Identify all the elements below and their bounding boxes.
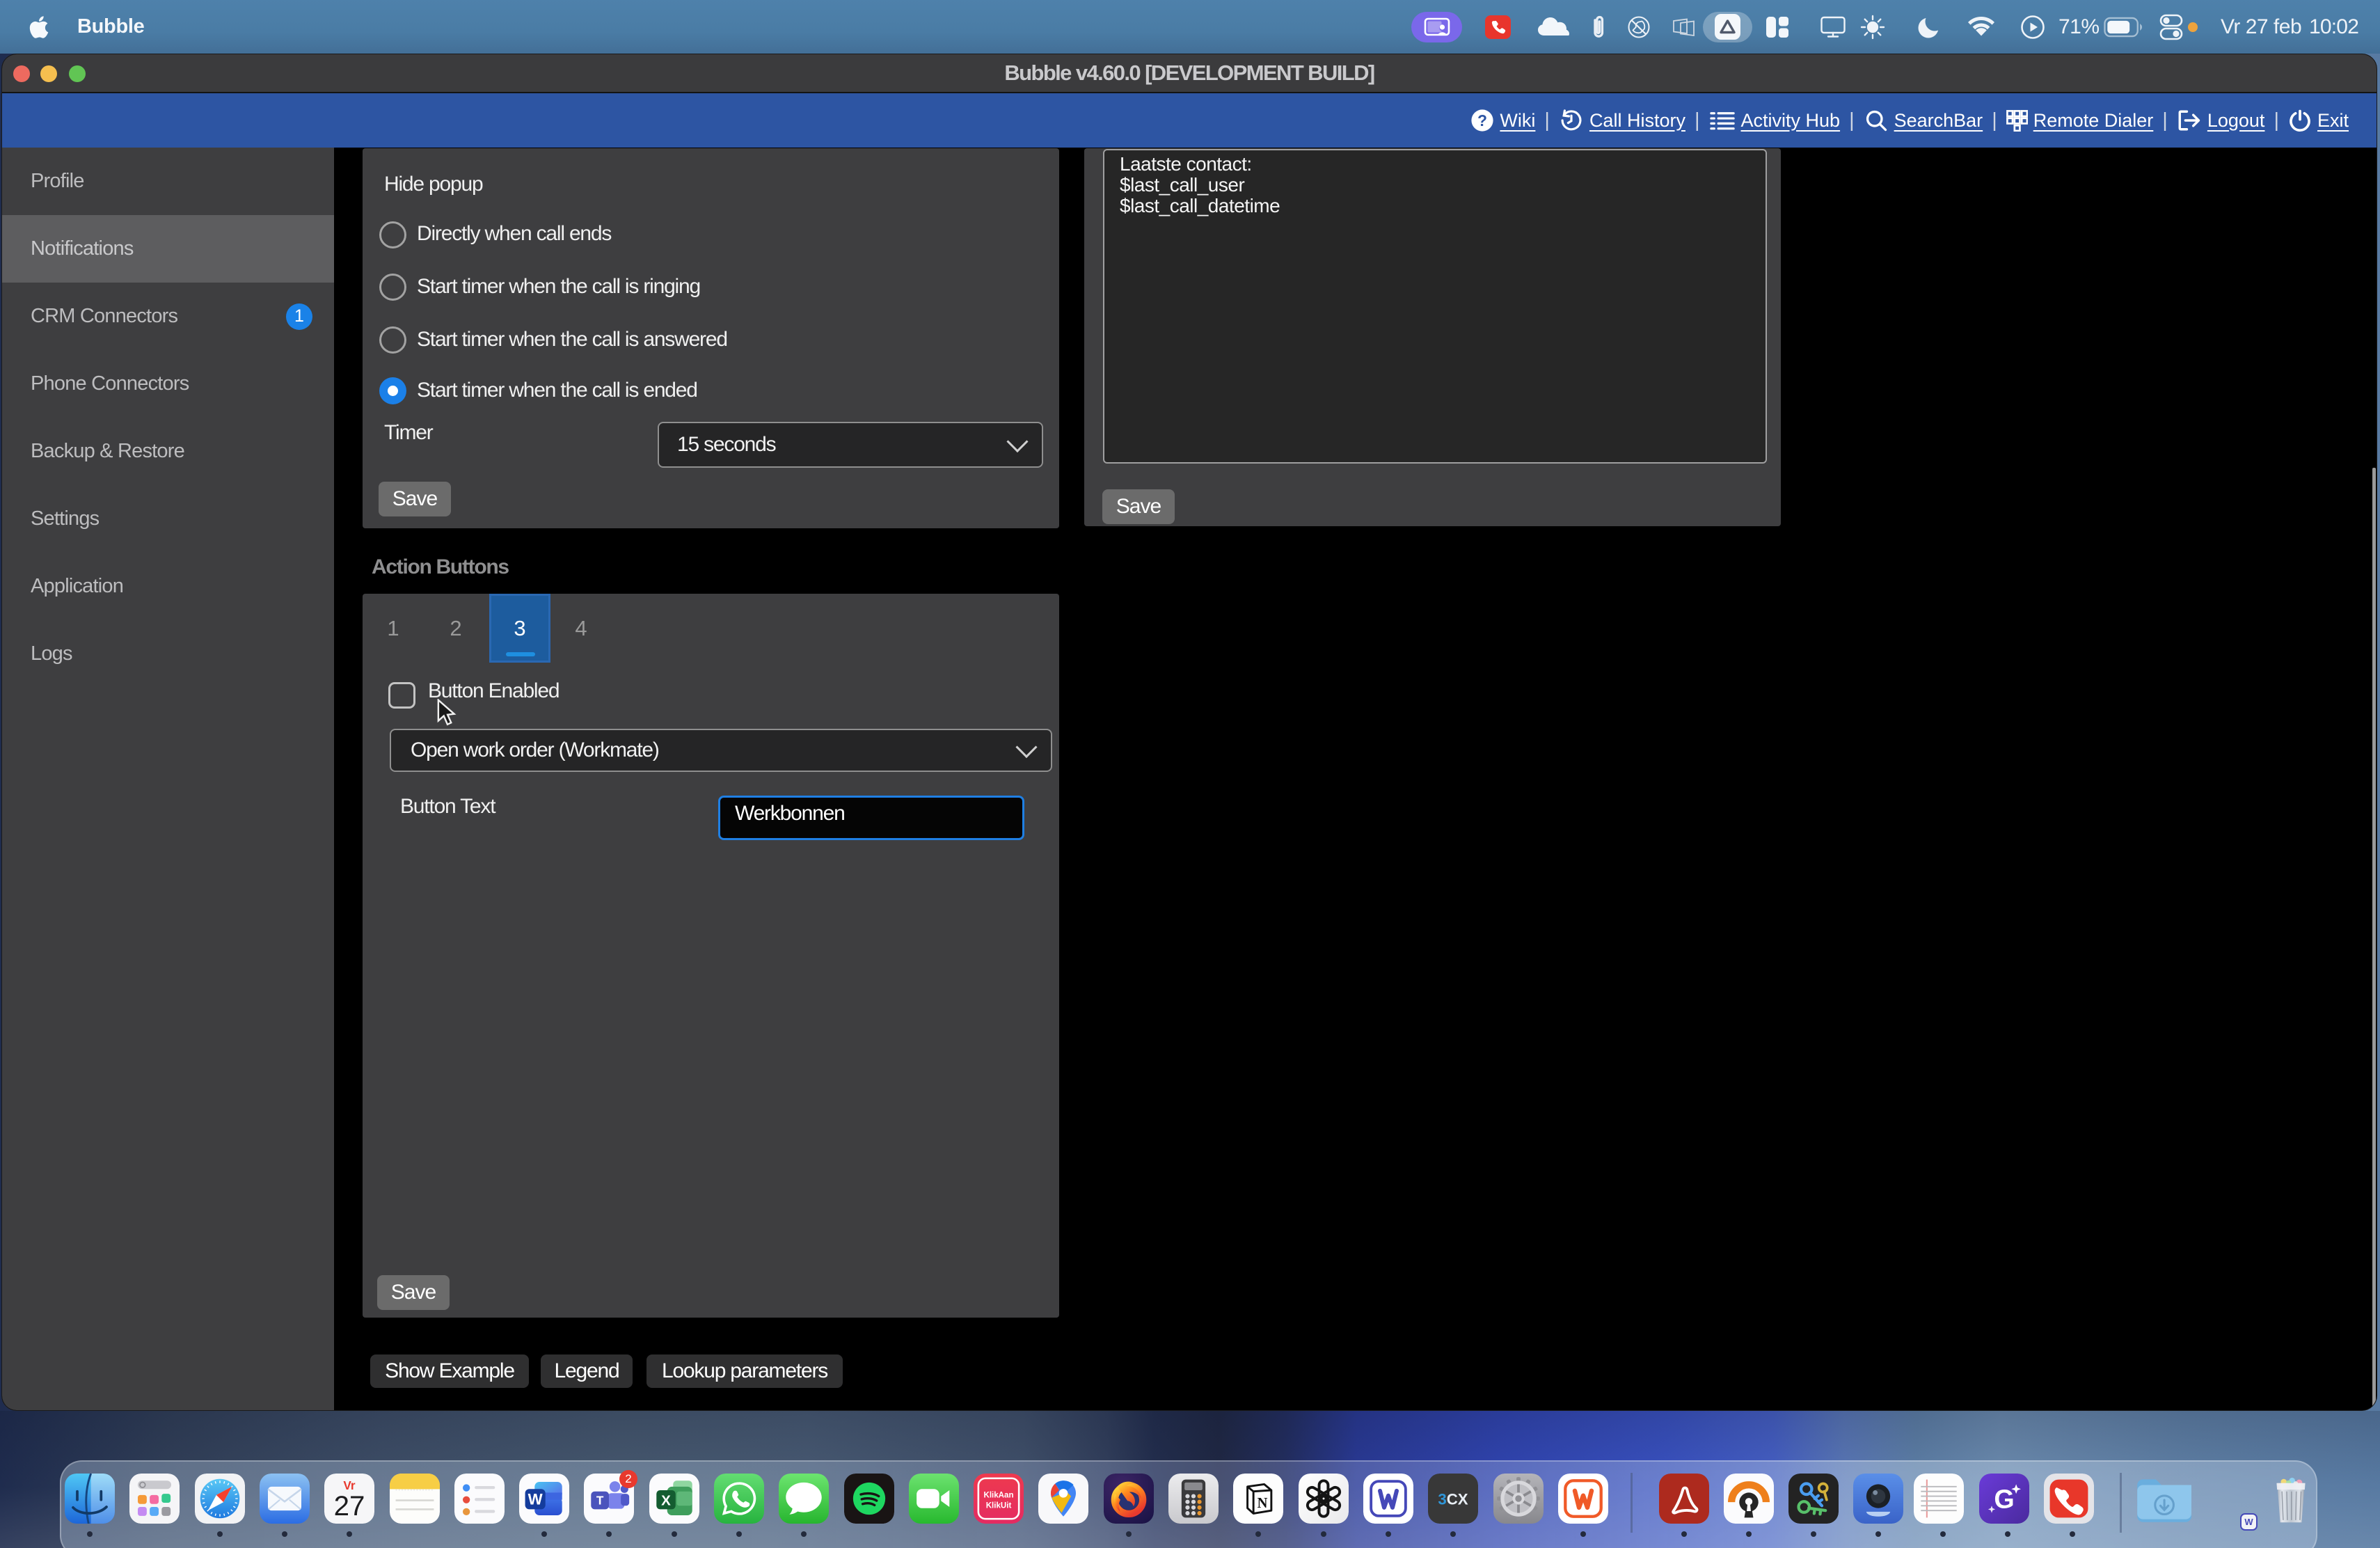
svg-text:N: N xyxy=(1258,1496,1268,1511)
svg-text:T: T xyxy=(596,1494,604,1508)
svg-text:KlikUit: KlikUit xyxy=(986,1502,1012,1510)
svg-text:?: ? xyxy=(1477,111,1487,129)
svg-text:KlikAan: KlikAan xyxy=(983,1491,1013,1499)
svg-text:W: W xyxy=(528,1491,543,1508)
svg-text:27: 27 xyxy=(334,1490,365,1522)
svg-text:X: X xyxy=(661,1492,671,1508)
svg-text:3CX: 3CX xyxy=(1438,1491,1468,1508)
svg-text:G: G xyxy=(1994,1485,2014,1514)
